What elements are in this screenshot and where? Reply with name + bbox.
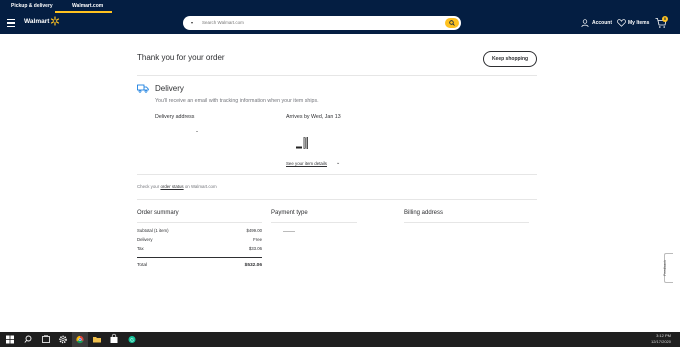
top-tabs-strip: Pickup & delivery Walmart.com: [0, 0, 680, 13]
summary-title-divider: [137, 222, 262, 223]
page-title: Thank you for your order: [137, 53, 225, 62]
delivery-heading: Delivery: [155, 84, 184, 93]
address-redaction: [196, 131, 198, 132]
billing-title-divider: [404, 222, 529, 223]
heart-icon: [617, 19, 626, 27]
keep-shopping-button[interactable]: Keep shopping: [483, 51, 537, 67]
payment-type-title: Payment type: [271, 210, 308, 216]
summary-row-value: $499.00: [246, 228, 262, 233]
order-status-suffix: on Walmart.com: [183, 184, 217, 189]
see-item-details-link[interactable]: See your item details: [286, 161, 327, 166]
site-header: Walmart ▾ Search Walmart.com Account My …: [0, 13, 680, 34]
total-label: Total: [137, 263, 148, 268]
order-status-link[interactable]: order status: [160, 184, 183, 189]
department-dropdown-icon[interactable]: ▾: [191, 20, 193, 25]
task-view-icon[interactable]: [38, 332, 54, 347]
summary-row-tax: Tax $33.06: [137, 246, 262, 251]
search-input[interactable]: Search Walmart.com: [202, 20, 244, 25]
order-summary-title: Order summary: [137, 210, 179, 216]
my-items-button[interactable]: My Items: [617, 18, 649, 28]
tab-pickup-delivery[interactable]: Pickup & delivery: [11, 0, 53, 13]
feedback-label: Feedback: [662, 260, 667, 276]
delivery-divider: [137, 174, 537, 175]
title-divider: [137, 75, 537, 76]
search-bar[interactable]: ▾ Search Walmart.com: [183, 16, 461, 30]
delivery-subtext: You'll receive an email with tracking in…: [155, 98, 319, 104]
status-divider: [137, 199, 537, 200]
store-icon[interactable]: [106, 332, 122, 347]
delivery-address-label: Delivery address: [155, 114, 195, 120]
walmart-logo[interactable]: Walmart: [24, 18, 49, 25]
total-value: $532.06: [244, 263, 262, 268]
file-explorer-icon[interactable]: [89, 332, 105, 347]
taskbar-clock[interactable]: 3:12 PM 12/17/2020: [651, 333, 671, 345]
summary-row-label: Delivery: [137, 237, 153, 242]
summary-row-delivery: Delivery Free: [137, 237, 262, 242]
search-button[interactable]: [445, 18, 459, 28]
settings-gear-icon[interactable]: [55, 332, 71, 347]
chevron-down-icon[interactable]: ⌄: [336, 160, 340, 166]
billing-address-title: Billing address: [404, 210, 444, 216]
summary-row-label: Tax: [137, 246, 144, 251]
payment-title-divider: [271, 222, 357, 223]
search-icon: [449, 20, 455, 26]
taskbar-date: 12/17/2020: [650, 339, 671, 344]
summary-row-value: Free: [253, 237, 262, 242]
windows-start-icon[interactable]: [2, 332, 18, 347]
menu-icon[interactable]: [7, 19, 15, 27]
grammarly-icon[interactable]: G: [124, 332, 140, 347]
windows-taskbar: G 3:12 PM 12/17/2020: [0, 332, 680, 347]
account-label: Account: [592, 20, 612, 26]
account-button[interactable]: Account: [581, 18, 612, 28]
order-status-text: Check your order status on Walmart.com: [137, 184, 217, 189]
feedback-tab[interactable]: Feedback: [662, 253, 673, 283]
order-status-prefix: Check your: [137, 184, 161, 189]
svg-text:G: G: [130, 337, 134, 343]
summary-total-divider: [137, 257, 262, 258]
account-icon: [581, 19, 589, 27]
my-items-label: My Items: [628, 20, 650, 26]
search-icon[interactable]: [20, 332, 36, 347]
arrives-by-label: Arrives by Wed, Jan 13: [286, 114, 341, 120]
summary-row-value: $33.06: [248, 246, 262, 251]
summary-row-total: Total $532.06: [137, 263, 262, 268]
item-thumbnail[interactable]: [295, 137, 309, 149]
delivery-truck-icon: [137, 84, 149, 93]
payment-redaction: [283, 231, 295, 232]
summary-row-subtotal: Subtotal (1 item) $499.00: [137, 228, 262, 233]
spark-icon: [50, 16, 60, 26]
summary-row-label: Subtotal (1 item): [137, 228, 169, 233]
chrome-icon[interactable]: [72, 332, 88, 347]
cart-count-badge: 0: [662, 16, 668, 22]
